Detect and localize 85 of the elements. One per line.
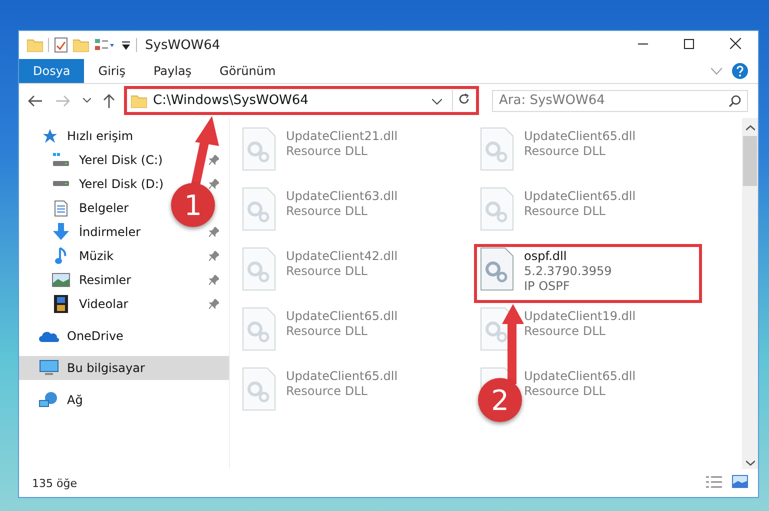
pin-icon[interactable] <box>209 275 219 285</box>
help-icon[interactable] <box>732 63 748 79</box>
ribbon-tab[interactable]: Giriş <box>84 59 140 83</box>
pin-icon[interactable] <box>209 155 219 165</box>
file-detail: Resource DLL <box>286 384 368 399</box>
sidebar-item[interactable]: Videolar <box>19 292 229 316</box>
dll-file-icon <box>480 247 514 291</box>
dll-file-icon <box>242 127 276 171</box>
file-name[interactable]: UpdateClient19.dll <box>524 309 636 324</box>
sidebar-item[interactable]: Müzik <box>19 244 229 268</box>
network-icon <box>39 392 59 408</box>
chevron-down-icon <box>83 98 91 103</box>
computer-icon <box>39 360 59 376</box>
properties-icon[interactable] <box>54 37 68 53</box>
document-icon <box>54 200 68 216</box>
dll-file-icon <box>242 367 276 411</box>
dll-file-icon <box>242 187 276 231</box>
picture-icon <box>732 475 748 488</box>
file-detail: Resource DLL <box>524 384 606 399</box>
dll-file-icon <box>242 247 276 291</box>
file-detail: 5.2.3790.3959 <box>524 264 612 279</box>
film-icon <box>54 295 68 313</box>
expand-ribbon-icon[interactable] <box>711 68 722 74</box>
details-list-icon <box>706 476 722 488</box>
large-icons-view-button[interactable] <box>732 475 748 491</box>
picture-icon <box>52 273 70 287</box>
drive-icon <box>52 153 70 167</box>
dll-file-icon <box>480 127 514 171</box>
chevron-down-icon <box>746 460 754 466</box>
file-name[interactable]: UpdateClient65.dll <box>524 129 636 144</box>
drive-icon <box>52 181 70 187</box>
file-name[interactable]: UpdateClient65.dll <box>286 369 398 384</box>
pin-icon[interactable] <box>209 227 219 237</box>
address-path[interactable]: C:\Windows\SysWOW64 <box>153 93 422 108</box>
file-detail: IP OSPF <box>524 279 571 294</box>
file-menu-tab[interactable]: Dosya <box>19 59 84 83</box>
pin-icon[interactable] <box>209 299 219 309</box>
forward-arrow-icon <box>56 94 70 106</box>
up-arrow-icon <box>103 94 115 108</box>
file-name[interactable]: UpdateClient21.dll <box>286 129 398 144</box>
music-note-icon <box>55 247 67 265</box>
address-bar[interactable]: C:\Windows\SysWOW64 <box>129 90 474 111</box>
file-name[interactable]: UpdateClient63.dll <box>286 189 398 204</box>
folder-icon <box>131 94 147 108</box>
scrollbar[interactable] <box>742 118 758 469</box>
file-name[interactable]: ospf.dll <box>524 249 612 264</box>
maximize-icon <box>684 39 694 49</box>
pin-icon[interactable] <box>209 179 219 189</box>
file-detail: Resource DLL <box>286 264 368 279</box>
file-detail: Resource DLL <box>524 204 606 219</box>
file-name[interactable]: UpdateClient65.dll <box>286 309 398 324</box>
scroll-thumb[interactable] <box>743 136 757 186</box>
search-icon[interactable] <box>729 94 741 106</box>
folder-icon <box>27 38 43 52</box>
view-options-icon[interactable] <box>94 38 116 52</box>
sidebar-item[interactable]: Resimler <box>19 268 229 292</box>
pin-icon[interactable] <box>209 251 219 261</box>
file-detail: Resource DLL <box>524 144 606 159</box>
window-title: SysWOW64 <box>145 38 220 52</box>
close-icon <box>730 38 740 49</box>
file-name[interactable]: UpdateClient65.dll <box>524 189 636 204</box>
customize-toolbar-icon[interactable] <box>121 40 131 50</box>
item-count: 135 öğe <box>32 476 77 490</box>
sidebar-item[interactable]: Hızlı erişim <box>19 124 229 148</box>
chevron-down-icon <box>432 99 442 105</box>
sidebar-item[interactable]: OneDrive <box>19 324 229 348</box>
sidebar-item[interactable]: Ağ <box>19 388 229 412</box>
dll-file-icon <box>480 187 514 231</box>
file-detail: Resource DLL <box>524 324 606 339</box>
ribbon-tab[interactable]: Paylaş <box>139 59 206 83</box>
sidebar-item[interactable]: Yerel Disk (C:) <box>19 148 229 172</box>
file-detail: Resource DLL <box>286 324 368 339</box>
file-detail: Resource DLL <box>286 204 368 219</box>
download-arrow-icon <box>52 223 70 241</box>
cloud-icon <box>39 330 59 342</box>
file-detail: Resource DLL <box>286 144 368 159</box>
sidebar-item[interactable]: Bu bilgisayar <box>19 356 229 380</box>
back-arrow-icon <box>28 94 42 106</box>
dll-file-icon <box>242 307 276 351</box>
file-name[interactable]: UpdateClient65.dll <box>524 369 636 384</box>
search-box[interactable]: Ara: SysWOW64 <box>492 90 748 112</box>
ribbon-tab[interactable]: Görünüm <box>206 59 290 83</box>
file-name[interactable]: UpdateClient42.dll <box>286 249 398 264</box>
refresh-icon <box>458 93 470 105</box>
chevron-up-icon <box>746 124 754 130</box>
